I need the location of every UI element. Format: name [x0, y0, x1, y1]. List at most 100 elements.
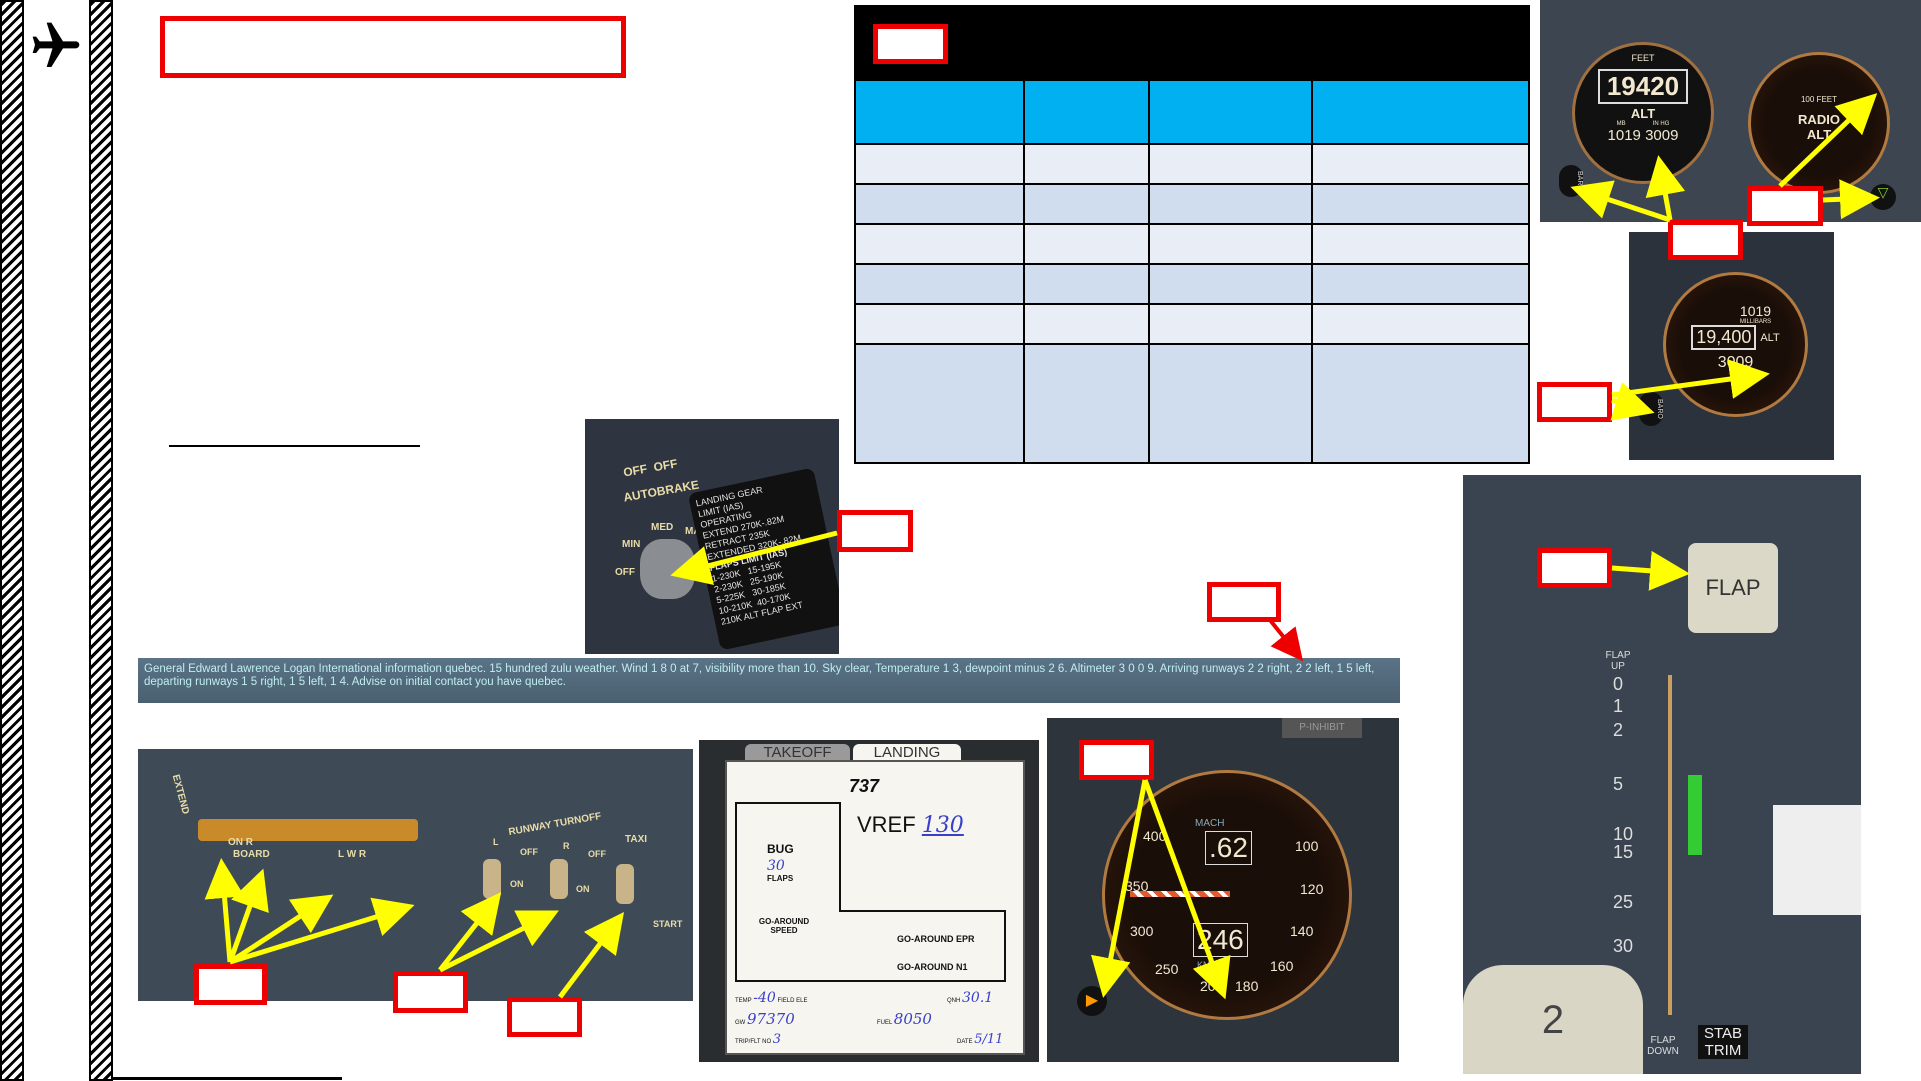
callout-box — [1747, 186, 1823, 226]
scale-300: 300 — [1130, 923, 1154, 939]
white-plate — [1773, 805, 1861, 915]
autobrake-pos-off: OFF — [615, 567, 635, 578]
gw-value: 97370 — [747, 1010, 795, 1028]
autobrake-pos-med: MED — [651, 522, 674, 533]
temp-value: -40 — [753, 990, 776, 1006]
scale-250: 250 — [1155, 961, 1179, 977]
turnoff-r-on-label: ON — [576, 884, 590, 894]
radio-altimeter-gauge: 100 FEET RADIO ALT — [1748, 52, 1890, 194]
altitude-readout: 19420 — [1598, 69, 1688, 104]
detent-10: 10 — [1613, 824, 1634, 844]
scale-180: 180 — [1235, 978, 1259, 994]
turnoff-l-off-label: OFF — [520, 847, 538, 857]
standby-mb: 1019 — [1739, 303, 1772, 319]
date-label: DATE — [957, 1039, 973, 1045]
scale-140: 140 — [1290, 923, 1314, 939]
go-around-epr-label: GO-AROUND EPR — [897, 934, 975, 944]
standby-baro-knob[interactable]: BARO — [1639, 392, 1663, 426]
flap-down-label: FLAP DOWN — [1647, 1035, 1679, 1057]
turnoff-r-label: R — [563, 841, 570, 851]
callout-box — [1537, 382, 1612, 422]
bottom-rule — [112, 1077, 342, 1080]
flaps-value: 30 — [767, 858, 785, 874]
start-label: START — [653, 919, 683, 929]
knots-label: KNOTS — [1197, 960, 1229, 970]
speed-bug-knob[interactable]: ▶ — [1077, 986, 1107, 1016]
callout-box — [1668, 220, 1743, 260]
standby-altimeter-image: 1019 MILLIBARS 19,400 ALT 3009 BARO — [1629, 232, 1834, 460]
taxi-light-switch[interactable] — [616, 864, 634, 904]
bug-label: BUG — [767, 842, 794, 856]
detent-25: 25 — [1613, 892, 1634, 912]
flap-gate-track — [1668, 675, 1672, 1015]
atis-text-bar: General Edward Lawrence Logan Internatio… — [138, 658, 1400, 703]
trip-value: 3 — [772, 1032, 782, 1047]
scale-200: 200 — [1200, 978, 1224, 994]
radio-alt-test-button[interactable]: ▽ — [1870, 184, 1896, 210]
airspeed-needle — [1130, 891, 1230, 897]
mach-readout: .62 — [1205, 831, 1252, 865]
scale-120: 120 — [1300, 881, 1324, 897]
callout-box — [194, 964, 267, 1005]
altimeter-panel-image: FEET 19420 ALT MB IN HG 1019 3009 BARO 10… — [1540, 0, 1921, 222]
radio-alt-label: RADIO ALT — [1798, 112, 1840, 142]
turnoff-l-label: L — [493, 837, 499, 847]
callout-box — [393, 971, 468, 1013]
callout-box — [1207, 582, 1281, 622]
table-row — [854, 263, 1531, 305]
label-board: BOARD — [233, 849, 270, 860]
table-row — [854, 223, 1531, 265]
detent-5: 5 — [1613, 774, 1624, 794]
flap-lever-handle[interactable]: FLAP — [1688, 543, 1778, 633]
detent-30: 30 — [1613, 936, 1634, 956]
gw-label: GW — [735, 1020, 746, 1026]
scale-400: 400 — [1143, 828, 1167, 844]
field-elev-label: FIELD ELE — [777, 998, 808, 1004]
callout-box — [1079, 740, 1154, 780]
qnh-label: QNH — [947, 998, 961, 1004]
runway-turnoff-right-switch[interactable] — [550, 859, 568, 899]
stab-trim-label: STAB TRIM — [1698, 1025, 1748, 1059]
baro-knob[interactable]: BARO — [1559, 165, 1583, 197]
label-on-r: ON R — [228, 837, 253, 848]
detent-0: 0 — [1613, 674, 1624, 694]
fuel-value: 8050 — [893, 1010, 932, 1028]
p-inhibit-label: P-INHIBIT — [1282, 718, 1362, 738]
turnoff-l-on-label: ON — [510, 879, 524, 889]
flaps-label: FLAPS — [767, 874, 794, 883]
alt-label: ALT — [1630, 106, 1656, 121]
autobrake-pos-min: MIN — [622, 539, 641, 550]
flap-up-label: FLAP UP — [1605, 650, 1631, 672]
airspeed-gauge: MACH .62 246 KNOTS 400 350 300 250 200 1… — [1102, 770, 1352, 1020]
title-redacted-box — [160, 16, 626, 78]
taxi-label: TAXI — [625, 834, 648, 845]
mb-readout: 1019 — [1607, 127, 1641, 144]
table-row — [854, 343, 1531, 464]
detent-1: 1 — [1613, 696, 1624, 716]
airplane-icon — [32, 22, 80, 67]
go-around-speed-label: GO-AROUND SPEED — [758, 917, 810, 935]
table-row — [854, 143, 1531, 185]
table-header-row — [854, 79, 1531, 145]
trip-label: TRIP/FLT NO — [735, 1039, 772, 1045]
turnoff-r-off-label: OFF — [588, 849, 606, 859]
scale-100: 100 — [1295, 838, 1319, 854]
autobrake-panel-image: OFF OFF AUTOBRAKE OFF MIN MED MAX LANDIN… — [585, 419, 839, 654]
runway-turnoff-left-switch[interactable] — [483, 859, 501, 899]
extend-label: EXTEND — [169, 773, 191, 816]
section-underline — [169, 445, 420, 447]
throttle-lever-2[interactable]: 2 — [1463, 965, 1643, 1074]
vref-value: 130 — [921, 813, 964, 838]
standby-alt-label: ALT — [1760, 331, 1780, 344]
autobrake-selector-knob[interactable] — [640, 539, 695, 599]
model-label: 737 — [849, 776, 880, 796]
reference-table — [854, 5, 1531, 464]
autobrake-off-label: OFF — [622, 461, 649, 480]
standby-inhg: 3009 — [1717, 354, 1754, 371]
standby-altimeter-gauge: 1019 MILLIBARS 19,400 ALT 3009 — [1663, 272, 1808, 417]
date-value: 5/11 — [974, 1032, 1004, 1047]
temp-label: TEMP — [735, 998, 752, 1004]
detent-2: 2 — [1613, 720, 1624, 740]
feet-label: FEET — [1631, 53, 1655, 63]
flap-lever-image: FLAP FLAP UP 0 1 2 5 10 15 25 30 40 2 FL… — [1463, 475, 1861, 1074]
